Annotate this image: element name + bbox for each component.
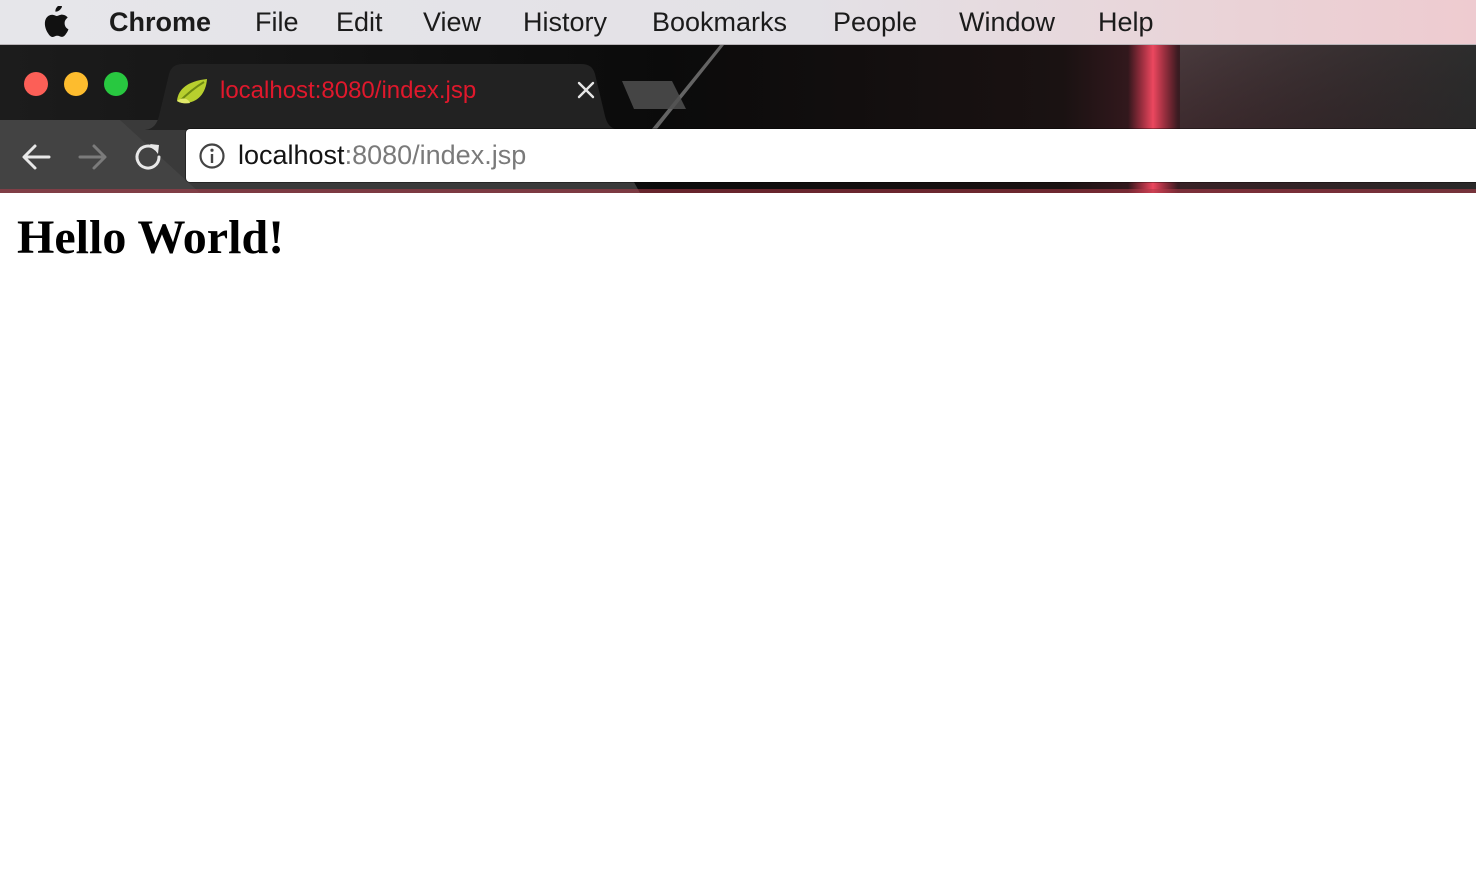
menu-bar: Chrome File Edit View History Bookmarks … [0, 0, 1476, 45]
window-minimize-button[interactable] [64, 72, 88, 96]
page-content: Hello World! [0, 193, 1476, 878]
menu-window[interactable]: Window [959, 0, 1055, 45]
tab-active[interactable]: localhost:8080/index.jsp [143, 64, 621, 130]
new-tab-button[interactable] [622, 79, 688, 111]
info-icon[interactable] [198, 142, 226, 170]
menu-help[interactable]: Help [1098, 0, 1154, 45]
spring-leaf-icon [177, 79, 207, 104]
window-maximize-button[interactable] [104, 72, 128, 96]
menu-bookmarks[interactable]: Bookmarks [652, 0, 787, 45]
menu-edit[interactable]: Edit [336, 0, 383, 45]
apple-logo-icon[interactable] [40, 6, 70, 38]
back-arrow-icon[interactable] [19, 140, 53, 174]
menu-people[interactable]: People [833, 0, 917, 45]
menu-history[interactable]: History [523, 0, 607, 45]
close-icon[interactable] [575, 79, 597, 101]
window-close-button[interactable] [24, 72, 48, 96]
tab-title: localhost:8080/index.jsp [220, 77, 477, 104]
url-host: localhost [238, 140, 345, 170]
url-text[interactable]: localhost:8080/index.jsp [238, 129, 526, 182]
address-bar[interactable]: localhost:8080/index.jsp [186, 129, 1476, 182]
menu-file[interactable]: File [255, 0, 299, 45]
reload-icon[interactable] [131, 140, 165, 174]
page-heading: Hello World! [17, 211, 285, 264]
forward-arrow-icon[interactable] [76, 140, 110, 174]
menu-view[interactable]: View [423, 0, 481, 45]
browser-frame: localhost:8080/index.jsp localhost:8080/… [0, 45, 1476, 193]
menu-app-chrome[interactable]: Chrome [109, 0, 211, 45]
url-path: :8080/index.jsp [344, 140, 527, 170]
